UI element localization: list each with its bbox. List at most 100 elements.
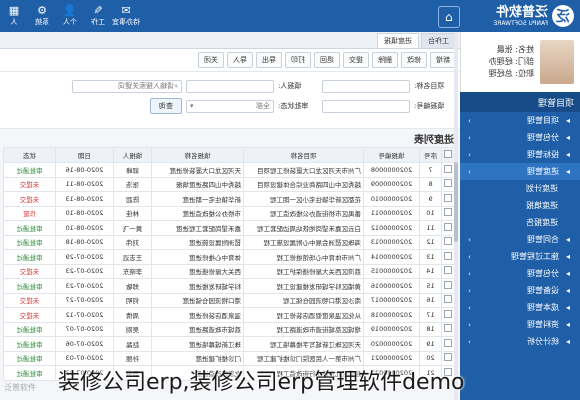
- cell-no: 7: [419, 162, 442, 177]
- table-row[interactable]: 16 2020000017 南沙区港口物流园仓储工程 港口物流园仓储进度 何明 2020-…: [3, 293, 456, 308]
- toolbar-button[interactable]: 打印: [285, 52, 311, 68]
- toolbar-button[interactable]: 新增: [430, 52, 456, 68]
- cell-status: 审批通过: [3, 162, 56, 177]
- cell-project: 广州市天河区龙口大厦装修工程项目: [243, 162, 364, 177]
- sidebar-item[interactable]: ▸ 分包管理 ›: [460, 129, 580, 146]
- cell-no: 12: [419, 235, 442, 250]
- home-icon[interactable]: ⌂: [438, 6, 460, 28]
- table-row[interactable]: 10 2020000011 番禺区市桥街道办公楼改造工程 市桥办公楼改造进度 林佳 202…: [3, 206, 456, 221]
- scrollbar[interactable]: [454, 32, 458, 400]
- cell-name: 琶洲附属设施进度: [151, 235, 244, 250]
- checkbox[interactable]: [444, 280, 453, 289]
- toolbar-button[interactable]: 删除: [372, 52, 398, 68]
- sidebar-item[interactable]: ▸ 统计分析 ›: [460, 333, 580, 350]
- table-row[interactable]: 9 2020000010 花都区新华镇住宅小区一期工程 新华镇住宅一期进度 陈超 2020…: [3, 191, 456, 206]
- cell-name: 市桥办公楼改造进度: [151, 206, 244, 221]
- column-header: 填报名称: [151, 147, 244, 163]
- top-nav-system[interactable]: ⚙ 系统: [28, 0, 56, 32]
- checkbox[interactable]: [444, 222, 453, 231]
- sidebar-item[interactable]: ▸ 投标管理 ›: [460, 146, 580, 163]
- checkbox[interactable]: [444, 266, 453, 275]
- table-row[interactable]: 18 2020000019 增城区荔城街道市政道路工程 荔城市政道路进度 吴刚 2020-…: [3, 322, 456, 337]
- cell-date: 2020-08-18: [55, 235, 114, 250]
- cell-project: 广州市体育中心场馆维修工程: [243, 249, 364, 264]
- search-icon: ⌕: [174, 81, 178, 90]
- logo-mark: 泛: [552, 5, 574, 27]
- sidebar-subitem[interactable]: 进度填报: [460, 197, 580, 214]
- sidebar-subitem[interactable]: 进度报告: [460, 214, 580, 231]
- chevron-right-icon: ›: [468, 167, 471, 176]
- query-button[interactable]: 查询: [150, 98, 182, 114]
- cell-name: 体育中心维修进度: [151, 249, 244, 264]
- number-input[interactable]: [322, 99, 410, 113]
- checkbox[interactable]: [444, 237, 453, 246]
- toolbar-button[interactable]: 提交: [343, 52, 369, 68]
- cell-status: 未提交: [3, 307, 56, 322]
- toolbar-button[interactable]: 修改: [401, 52, 427, 68]
- top-nav-work[interactable]: ✎ 工作: [84, 0, 112, 32]
- cell-person: 黄一飞: [113, 220, 152, 235]
- cell-person: 张浩: [113, 177, 152, 192]
- top-nav-todo[interactable]: ✉ 待办事宜: [112, 0, 140, 32]
- scrollbar-thumb[interactable]: [454, 162, 458, 242]
- checkbox[interactable]: [444, 150, 453, 158]
- cell-name: 嘉禾望岗配套工程进度: [151, 220, 244, 235]
- table-row[interactable]: 12 2020000013 海珠区琶洲会展中心附属设施工程 琶洲附属设施进度 刘伟 202…: [3, 235, 456, 250]
- checkbox[interactable]: [444, 324, 453, 333]
- person-input[interactable]: [186, 79, 274, 93]
- cell-code: 2020000014: [363, 249, 420, 264]
- table-row[interactable]: 7 2020000008 广州市天河区龙口大厦装修工程项目 天河区龙口大厦装修进度 郭峰…: [3, 162, 456, 177]
- tab-progress-report[interactable]: 进度填报: [377, 33, 419, 48]
- table-row[interactable]: 19 2020000020 天河区珠江新城写字楼幕墙工程 珠江新城幕墙进度 赵磊 2020…: [3, 336, 456, 351]
- tab-workbench[interactable]: 工作台: [421, 33, 456, 48]
- search-input[interactable]: ⌕ 请输入搜索关键词: [72, 79, 182, 93]
- top-nav-personal[interactable]: 👤 个人: [56, 0, 84, 32]
- table-row[interactable]: 17 2020000018 从化区温泉度假酒店装修工程 温泉酒店装修进度 周倩 2020-…: [3, 307, 456, 322]
- table-row[interactable]: 15 2020000016 黄埔区科学城研发楼建设工程 科学城研发楼进度 郑敏 2020-…: [3, 278, 456, 293]
- toolbar-button[interactable]: 退回: [314, 52, 340, 68]
- table-row[interactable]: 14 2020000015 荔湾区西关大屋修缮保护工程 西关大屋修缮进度 李晓东 2020…: [3, 264, 456, 279]
- cell-person: 林佳: [113, 206, 152, 221]
- toolbar-button[interactable]: 导入: [227, 52, 253, 68]
- cell-no: 13: [419, 249, 442, 264]
- cell-status: 作废: [3, 206, 56, 221]
- gear-icon: ⚙: [37, 4, 47, 17]
- project-input[interactable]: [322, 79, 410, 93]
- checkbox[interactable]: [444, 338, 453, 347]
- sidebar-item[interactable]: ▸ 项目管理 ›: [460, 112, 580, 129]
- checkbox[interactable]: [444, 193, 453, 202]
- cell-project: 荔湾区西关大屋修缮保护工程: [243, 264, 364, 279]
- checkbox[interactable]: [444, 309, 453, 318]
- checkbox[interactable]: [444, 251, 453, 260]
- sidebar-item[interactable]: ▸ 设备管理 ›: [460, 282, 580, 299]
- sidebar-item[interactable]: ▸ 施工过程管理 ›: [460, 248, 580, 265]
- filter-panel: 项目名称: 填报人: ⌕ 请输入搜索关键词 填报编号: 审批状态: 全部 ▾ 查询: [0, 72, 460, 129]
- sidebar-subitem[interactable]: 进度计划: [460, 180, 580, 197]
- sidebar-item[interactable]: ▸ 合同管理 ›: [460, 231, 580, 248]
- sidebar-header[interactable]: 项目管理: [460, 92, 580, 112]
- table-row[interactable]: 8 2020000009 越秀区中山四路商业综合体建设项目 越秀中山四路进度填报 张浩 2…: [3, 177, 456, 192]
- table-row[interactable]: 11 2020000012 白云区嘉禾望岗地铁站周边配套工程 嘉禾望岗配套工程进度 黄一…: [3, 220, 456, 235]
- toolbar-button[interactable]: 关闭: [198, 52, 224, 68]
- sidebar-item[interactable]: ▸ 分包管理 ›: [460, 265, 580, 282]
- checkbox[interactable]: [444, 179, 453, 188]
- cell-no: 9: [419, 191, 442, 206]
- cell-date: 2020-07-27: [55, 293, 114, 308]
- cell-person: 吴刚: [113, 322, 152, 337]
- cell-status: 审批通过: [3, 249, 56, 264]
- cell-name: 西关大屋修缮进度: [151, 264, 244, 279]
- checkbox[interactable]: [444, 164, 453, 173]
- sidebar-item[interactable]: ▸ 成本管理 ›: [460, 299, 580, 316]
- sidebar-item[interactable]: ▸ 资料管理 ›: [460, 316, 580, 333]
- tab-bar: 工作台 进度填报: [0, 32, 460, 49]
- toolbar-button[interactable]: 导出: [256, 52, 282, 68]
- cell-status: 审批通过: [3, 220, 56, 235]
- top-nav-people[interactable]: ▦ 人: [0, 0, 28, 32]
- sidebar-item[interactable]: ▸ 进度管理 ›: [460, 163, 580, 180]
- cell-project: 南沙区港口物流园仓储工程: [243, 293, 364, 308]
- table-row[interactable]: 13 2020000014 广州市体育中心场馆维修工程 体育中心维修进度 王志远 2020…: [3, 249, 456, 264]
- checkbox[interactable]: [444, 295, 453, 304]
- status-select[interactable]: 全部 ▾: [186, 99, 274, 113]
- cell-no: 14: [419, 264, 442, 279]
- checkbox[interactable]: [444, 208, 453, 217]
